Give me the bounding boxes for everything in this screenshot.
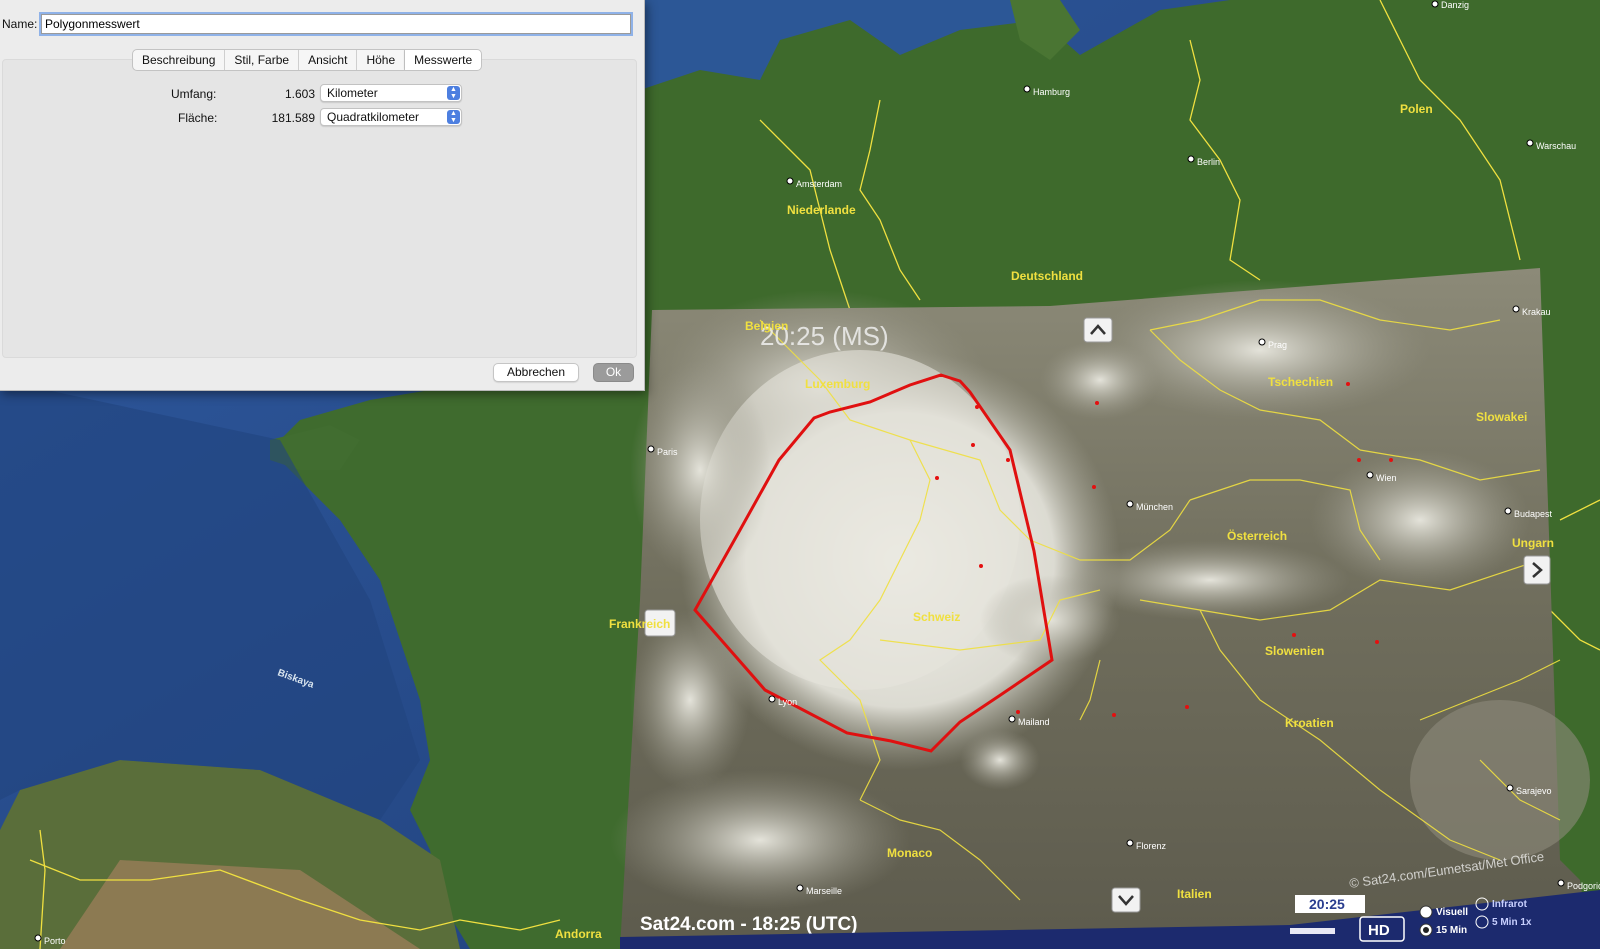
label-ungarn: Ungarn <box>1512 536 1554 550</box>
svg-text:München: München <box>1136 502 1173 512</box>
tab-bar: Beschreibung Stil, Farbe Ansicht Höhe Me… <box>132 49 483 71</box>
svg-text:Florenz: Florenz <box>1136 841 1167 851</box>
label-niederlande: Niederlande <box>787 203 856 217</box>
time-slider-label: 20:25 <box>1309 896 1345 912</box>
name-input[interactable] <box>39 12 633 36</box>
svg-text:Marseille: Marseille <box>806 886 842 896</box>
svg-text:Amsterdam: Amsterdam <box>796 179 842 189</box>
perimeter-unit-select[interactable]: Kilometer ▲ ▼ <box>320 84 462 102</box>
stepper-icon: ▲ ▼ <box>447 110 460 124</box>
svg-text:Sarajevo: Sarajevo <box>1516 786 1552 796</box>
label-kroatien: Kroatien <box>1285 716 1334 730</box>
perimeter-unit-label: Kilometer <box>327 86 378 100</box>
area-unit-select[interactable]: Quadratkilometer ▲ ▼ <box>320 108 462 126</box>
chevron-right-icon[interactable] <box>1523 555 1551 585</box>
svg-text:Porto: Porto <box>44 936 66 946</box>
svg-text:Mailand: Mailand <box>1018 717 1050 727</box>
area-label: Fläche: <box>178 111 218 125</box>
radio-15min-label: 15 Min <box>1436 925 1467 936</box>
satellite-overlay: 20:25 (MS) Sat24.com - 18:25 (UTC) © Sat… <box>610 268 1600 949</box>
polygon-measure-dialog: Name: Beschreibung Stil, Farbe Ansicht H… <box>0 0 645 391</box>
radio-infrared-label: Infrarot <box>1492 899 1528 910</box>
label-italien: Italien <box>1177 887 1212 901</box>
perimeter-value: 1.603 <box>284 87 315 101</box>
radio-5min-label: 5 Min 1x <box>1492 917 1532 928</box>
svg-text:Berlin: Berlin <box>1197 157 1220 167</box>
ok-button[interactable]: Ok <box>593 363 634 382</box>
svg-text:Budapest: Budapest <box>1514 509 1553 519</box>
label-polen: Polen <box>1400 102 1433 116</box>
label-slowenien: Slowenien <box>1265 644 1324 658</box>
label-oesterreich: Österreich <box>1227 528 1287 543</box>
city-amsterdam: Amsterdam <box>786 177 842 189</box>
label-frankreich: Frankreich <box>609 617 670 631</box>
tab-hoehe[interactable]: Höhe <box>357 50 406 70</box>
area-unit-label: Quadratkilometer <box>327 110 420 124</box>
label-luxemburg: Luxemburg <box>805 377 870 391</box>
svg-text:Warschau: Warschau <box>1536 141 1576 151</box>
svg-text:Danzig: Danzig <box>1441 0 1469 10</box>
chevron-down-icon[interactable] <box>1111 887 1141 913</box>
svg-text:Wien: Wien <box>1376 473 1397 483</box>
label-tschechien: Tschechien <box>1268 375 1333 389</box>
label-deutschland: Deutschland <box>1011 269 1083 283</box>
tab-ansicht[interactable]: Ansicht <box>299 50 358 70</box>
svg-text:Podgorica: Podgorica <box>1567 881 1600 891</box>
svg-text:Krakau: Krakau <box>1522 307 1551 317</box>
label-monaco: Monaco <box>887 846 932 860</box>
name-label: Name: <box>2 17 38 31</box>
radio-visual[interactable] <box>1419 905 1433 919</box>
label-belgien: Belgien <box>745 319 788 333</box>
overlay-footer-time: Sat24.com - 18:25 (UTC) <box>640 914 858 935</box>
hd-label: HD <box>1368 922 1390 939</box>
stepper-icon: ▲ ▼ <box>447 86 460 100</box>
area-value: 181.589 <box>271 111 315 125</box>
svg-text:Prag: Prag <box>1268 340 1287 350</box>
tab-stil-farbe[interactable]: Stil, Farbe <box>225 50 300 70</box>
svg-text:Lyon: Lyon <box>778 697 797 707</box>
tab-beschreibung[interactable]: Beschreibung <box>133 50 226 70</box>
svg-text:Paris: Paris <box>657 447 678 457</box>
tab-messwerte[interactable]: Messwerte <box>405 50 482 70</box>
label-schweiz: Schweiz <box>913 610 960 624</box>
radio-visual-label: Visuell <box>1436 907 1468 918</box>
label-andorra: Andorra <box>555 927 602 941</box>
tab-panel <box>2 59 637 358</box>
cancel-button[interactable]: Abbrechen <box>493 363 579 382</box>
chevron-up-icon[interactable] <box>1083 317 1113 343</box>
svg-text:Hamburg: Hamburg <box>1033 87 1070 97</box>
time-slider-track[interactable] <box>1290 928 1335 934</box>
perimeter-label: Umfang: <box>171 87 217 101</box>
label-slowakei: Slowakei <box>1476 410 1527 424</box>
